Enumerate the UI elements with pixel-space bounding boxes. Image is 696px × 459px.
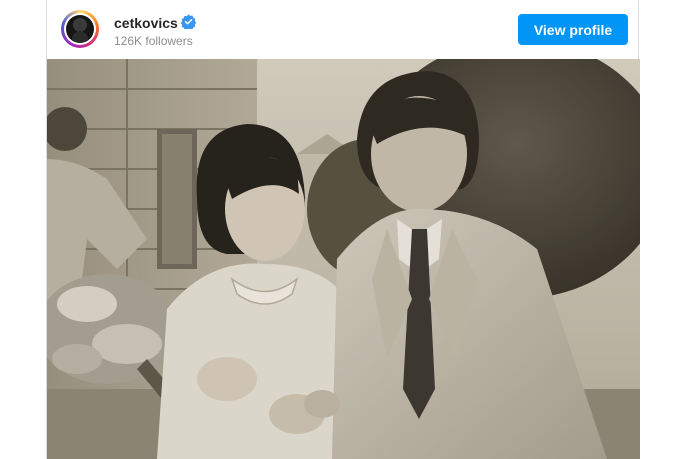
username[interactable]: cetkovics <box>114 15 178 31</box>
instagram-embed: cetkovics 126K followers View profile <box>46 0 640 459</box>
avatar-frame <box>64 13 96 45</box>
post-header: cetkovics 126K followers View profile <box>47 0 638 59</box>
follower-count: 126K followers <box>114 34 193 48</box>
avatar[interactable] <box>61 10 99 48</box>
avatar-image <box>66 15 94 43</box>
vintage-couple-photo <box>47 59 640 459</box>
post-photo[interactable] <box>47 59 640 459</box>
verified-badge-icon <box>181 14 196 29</box>
view-profile-button[interactable]: View profile <box>518 14 628 45</box>
